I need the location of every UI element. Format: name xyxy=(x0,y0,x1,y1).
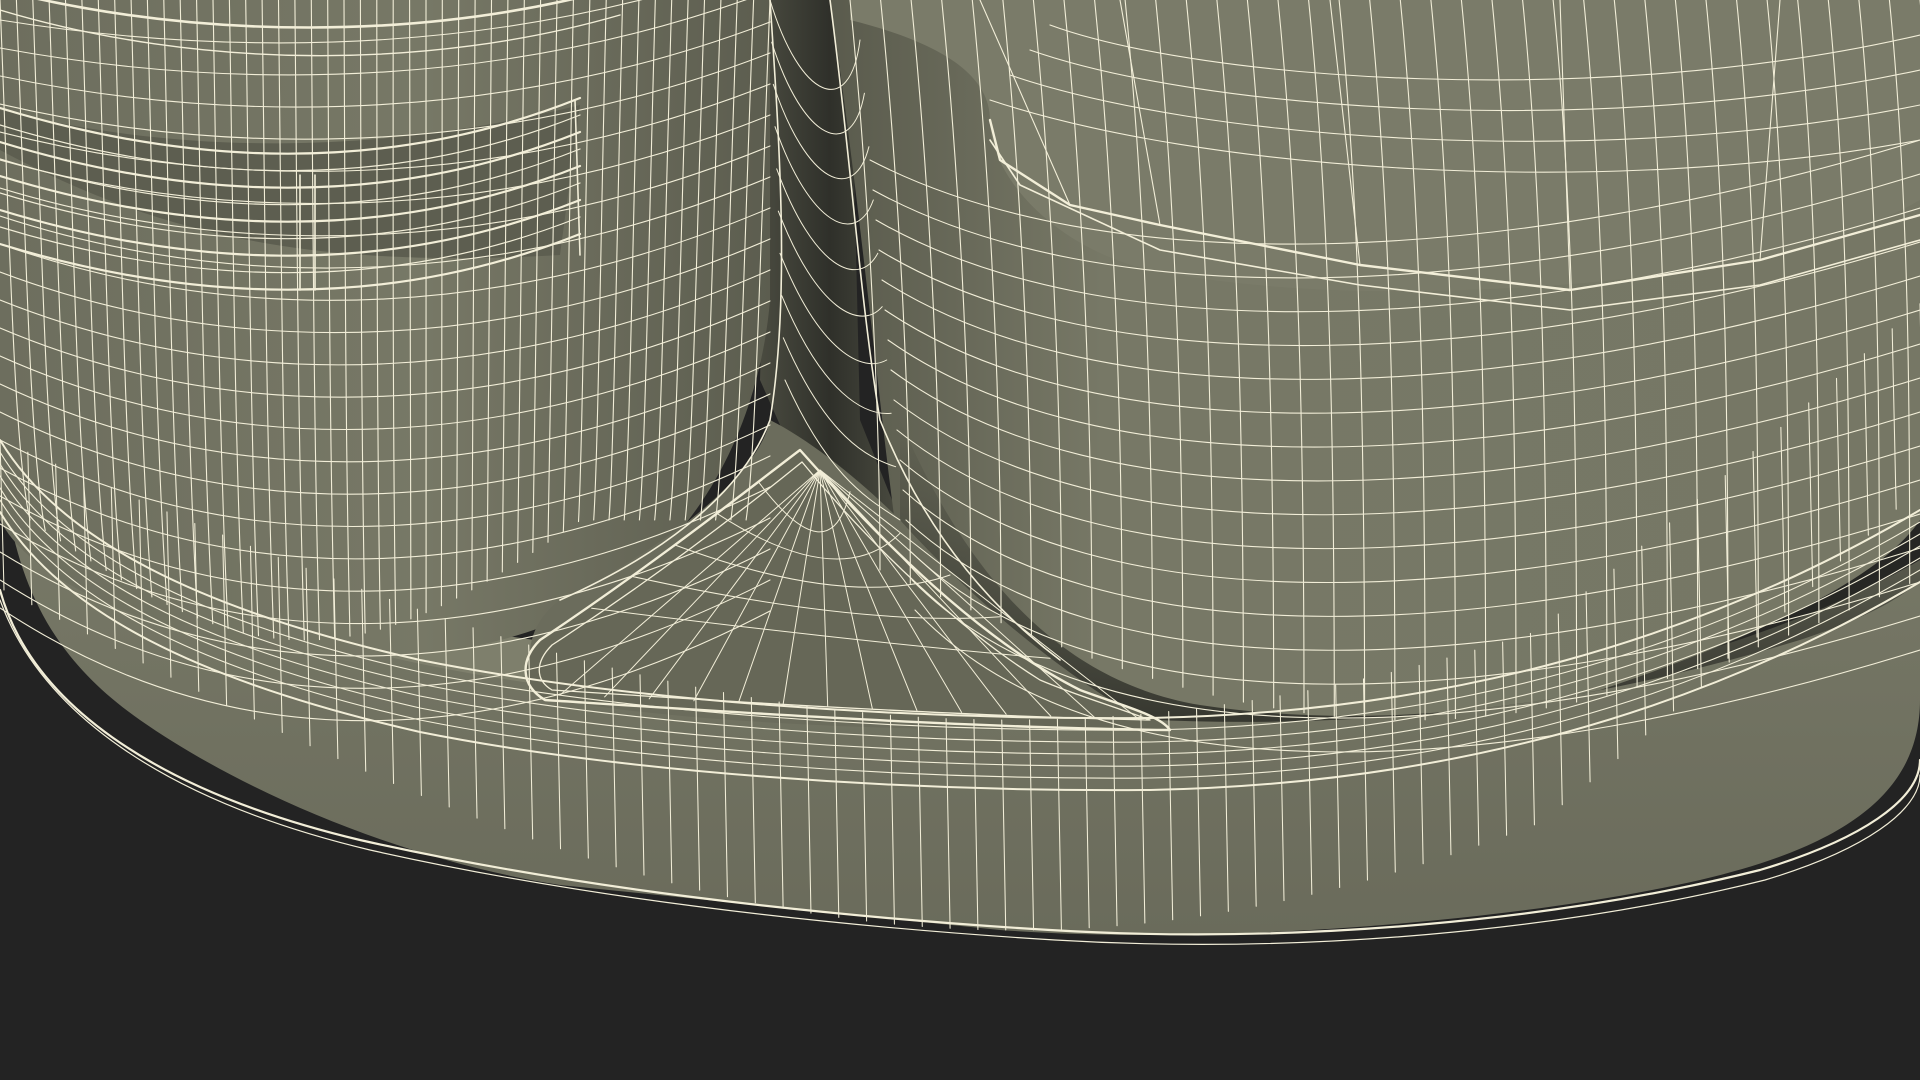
model-surfaces xyxy=(0,0,1920,935)
wireframe-model-render xyxy=(0,0,1920,945)
wireframe-render-viewport xyxy=(0,0,1920,1080)
